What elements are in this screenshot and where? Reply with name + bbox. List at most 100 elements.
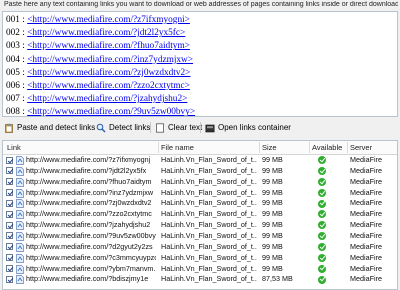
row-link: http://www.mediafire.com/?9uv5zw00bvy: [26, 230, 156, 240]
row-file-name: HaLinh.Vn_Flan_Sword_of_t...: [161, 274, 257, 284]
table-row[interactable]: http://www.mediafire.com/?fhuo7aidtym HaL…: [3, 177, 397, 188]
toolbar-separator: [150, 122, 151, 133]
available-check-icon: [318, 167, 326, 176]
open-container-label: Open links container: [218, 123, 291, 132]
row-file-name: HaLinh.Vn_Flan_Sword_of_t...: [161, 263, 257, 273]
clipboard-icon: [4, 123, 14, 133]
text-link[interactable]: <http://www.mediafire.com/?zzo2cxtytmc>: [27, 81, 190, 91]
row-checkbox[interactable]: [6, 156, 13, 164]
row-server: MediaFire: [350, 220, 382, 230]
links-grid[interactable]: Link File name Size Available Server htt…: [2, 140, 398, 290]
row-size: 99 MB: [262, 220, 283, 230]
row-checkbox[interactable]: [6, 265, 13, 272]
row-file-name: HaLinh.Vn_Flan_Sword_of_t...: [161, 241, 257, 251]
clear-text-button[interactable]: Clear text: [155, 121, 202, 134]
available-check-icon: [318, 188, 326, 197]
row-file-name: HaLinh.Vn_Flan_Sword_of_t...: [161, 230, 257, 240]
row-checkbox[interactable]: [6, 243, 13, 251]
file-icon: [16, 242, 24, 252]
table-row[interactable]: http://www.mediafire.com/?bdiszjmy1e HaLi…: [3, 274, 397, 285]
row-checkbox[interactable]: [6, 210, 13, 218]
table-row[interactable]: http://www.mediafire.com/?zj0wzdxdtv2 HaL…: [3, 198, 397, 209]
row-server: MediaFire: [350, 274, 382, 284]
text-link[interactable]: <http://www.mediafire.com/?9uv5zw00bvy>: [27, 107, 195, 116]
row-checkbox[interactable]: [6, 232, 13, 240]
row-size: 99 MB: [262, 198, 283, 208]
row-server: MediaFire: [350, 230, 382, 240]
table-row[interactable]: http://www.mediafire.com/?ybm7manvm... Ha…: [3, 264, 397, 275]
row-file-name: HaLinh.Vn_Flan_Sword_of_t...: [161, 165, 257, 175]
paste-detect-button[interactable]: Paste and detect links: [4, 121, 95, 134]
column-divider[interactable]: [259, 142, 260, 153]
available-check-icon: [318, 199, 326, 208]
available-check-icon: [318, 264, 326, 273]
line-number: 007 :: [6, 94, 28, 105]
column-header-size[interactable]: Size: [262, 143, 277, 152]
row-file-name: HaLinh.Vn_Flan_Sword_of_t...: [161, 209, 257, 219]
row-checkbox[interactable]: [6, 275, 13, 283]
row-checkbox[interactable]: [6, 178, 13, 186]
row-server: MediaFire: [350, 209, 382, 219]
file-icon: [16, 232, 24, 241]
available-check-icon: [318, 221, 326, 230]
row-size: 99 MB: [262, 241, 283, 251]
row-checkbox[interactable]: [6, 221, 13, 229]
row-server: MediaFire: [350, 263, 382, 273]
row-link: http://www.mediafire.com/?fhuo7aidtym: [26, 176, 152, 186]
available-check-icon: [318, 253, 326, 262]
table-row[interactable]: http://www.mediafire.com/?inz7ydzmjxw HaL…: [3, 188, 397, 199]
open-container-button[interactable]: Open links container: [205, 121, 291, 134]
row-link: http://www.mediafire.com/?zj0wzdxdtv2: [26, 198, 152, 208]
text-link[interactable]: <http://www.mediafire.com/?fhuo7aidtym>: [27, 41, 190, 51]
line-number: 005 :: [6, 67, 28, 78]
column-divider[interactable]: [158, 142, 159, 153]
clear-text-label: Clear text: [168, 123, 203, 132]
row-server: MediaFire: [350, 155, 382, 164]
text-link[interactable]: <http://www.mediafire.com/?jzahydjshu2>: [27, 94, 187, 104]
row-checkbox[interactable]: [6, 254, 13, 262]
available-check-icon: [318, 177, 326, 186]
table-row[interactable]: http://www.mediafire.com/?9uv5zw00bvy HaL…: [3, 231, 397, 242]
table-row[interactable]: http://www.mediafire.com/?c3mmcyuypzc HaL…: [3, 253, 397, 264]
table-row[interactable]: http://www.mediafire.com/?jzahydjshu2 HaL…: [3, 220, 397, 231]
column-header-link[interactable]: Link: [7, 143, 21, 152]
row-size: 99 MB: [262, 230, 283, 240]
file-icon: [16, 210, 24, 220]
table-row[interactable]: http://www.mediafire.com/?zzo2cxtytmc HaL…: [3, 209, 397, 220]
line-number: 004 :: [6, 54, 28, 65]
row-checkbox[interactable]: [6, 199, 13, 207]
links-textarea[interactable]: 001 : <http://www.mediafire.com/?z7ifxmy…: [2, 11, 398, 117]
text-link[interactable]: <http://www.mediafire.com/?zj0wzdxdtv2>: [27, 68, 190, 78]
text-line: 003 : <http://www.mediafire.com/?fhuo7ai…: [6, 41, 190, 53]
row-size: 99 MB: [262, 187, 283, 197]
row-size: 99 MB: [262, 263, 283, 273]
column-header-server[interactable]: Server: [350, 143, 372, 152]
table-row[interactable]: http://www.mediafire.com/?d2gyut2y2zs HaL…: [3, 242, 397, 253]
line-number: 008 :: [6, 107, 28, 117]
column-divider[interactable]: [347, 142, 348, 153]
row-file-name: HaLinh.Vn_Flan_Sword_of_t...: [161, 198, 257, 208]
file-icon: [16, 264, 24, 274]
row-checkbox[interactable]: [6, 167, 13, 175]
row-link: http://www.mediafire.com/?d2gyut2y2zs: [26, 241, 153, 251]
column-header-file-name[interactable]: File name: [161, 143, 194, 152]
text-link[interactable]: <http://www.mediafire.com/?jdt2l2yx5fc>: [27, 28, 185, 38]
column-header-available[interactable]: Available: [312, 143, 342, 152]
table-row[interactable]: http://www.mediafire.com/?z7ifxmyognj HaL…: [3, 155, 397, 166]
text-link[interactable]: <http://www.mediafire.com/?inz7ydzmjxw>: [27, 55, 193, 65]
detect-links-button[interactable]: Detect links: [96, 121, 150, 134]
table-row[interactable]: http://www.mediafire.com/?jdt2l2yx5fx HaL…: [3, 166, 397, 177]
file-icon: [16, 166, 24, 176]
row-checkbox[interactable]: [6, 189, 13, 197]
available-check-icon: [318, 232, 326, 241]
text-link[interactable]: <http://www.mediafire.com/?z7ifxmyogni>: [27, 15, 190, 25]
available-check-icon: [318, 275, 326, 284]
file-icon: [16, 253, 24, 263]
file-icon: [16, 188, 24, 198]
paste-detect-label: Paste and detect links: [17, 123, 96, 132]
grid-header: Link File name Size Available Server: [3, 141, 397, 155]
column-divider[interactable]: [309, 142, 310, 153]
row-server: MediaFire: [350, 241, 382, 251]
instructions-label: Paste here any text containing links you…: [4, 1, 398, 8]
line-number: 001 :: [6, 15, 28, 25]
